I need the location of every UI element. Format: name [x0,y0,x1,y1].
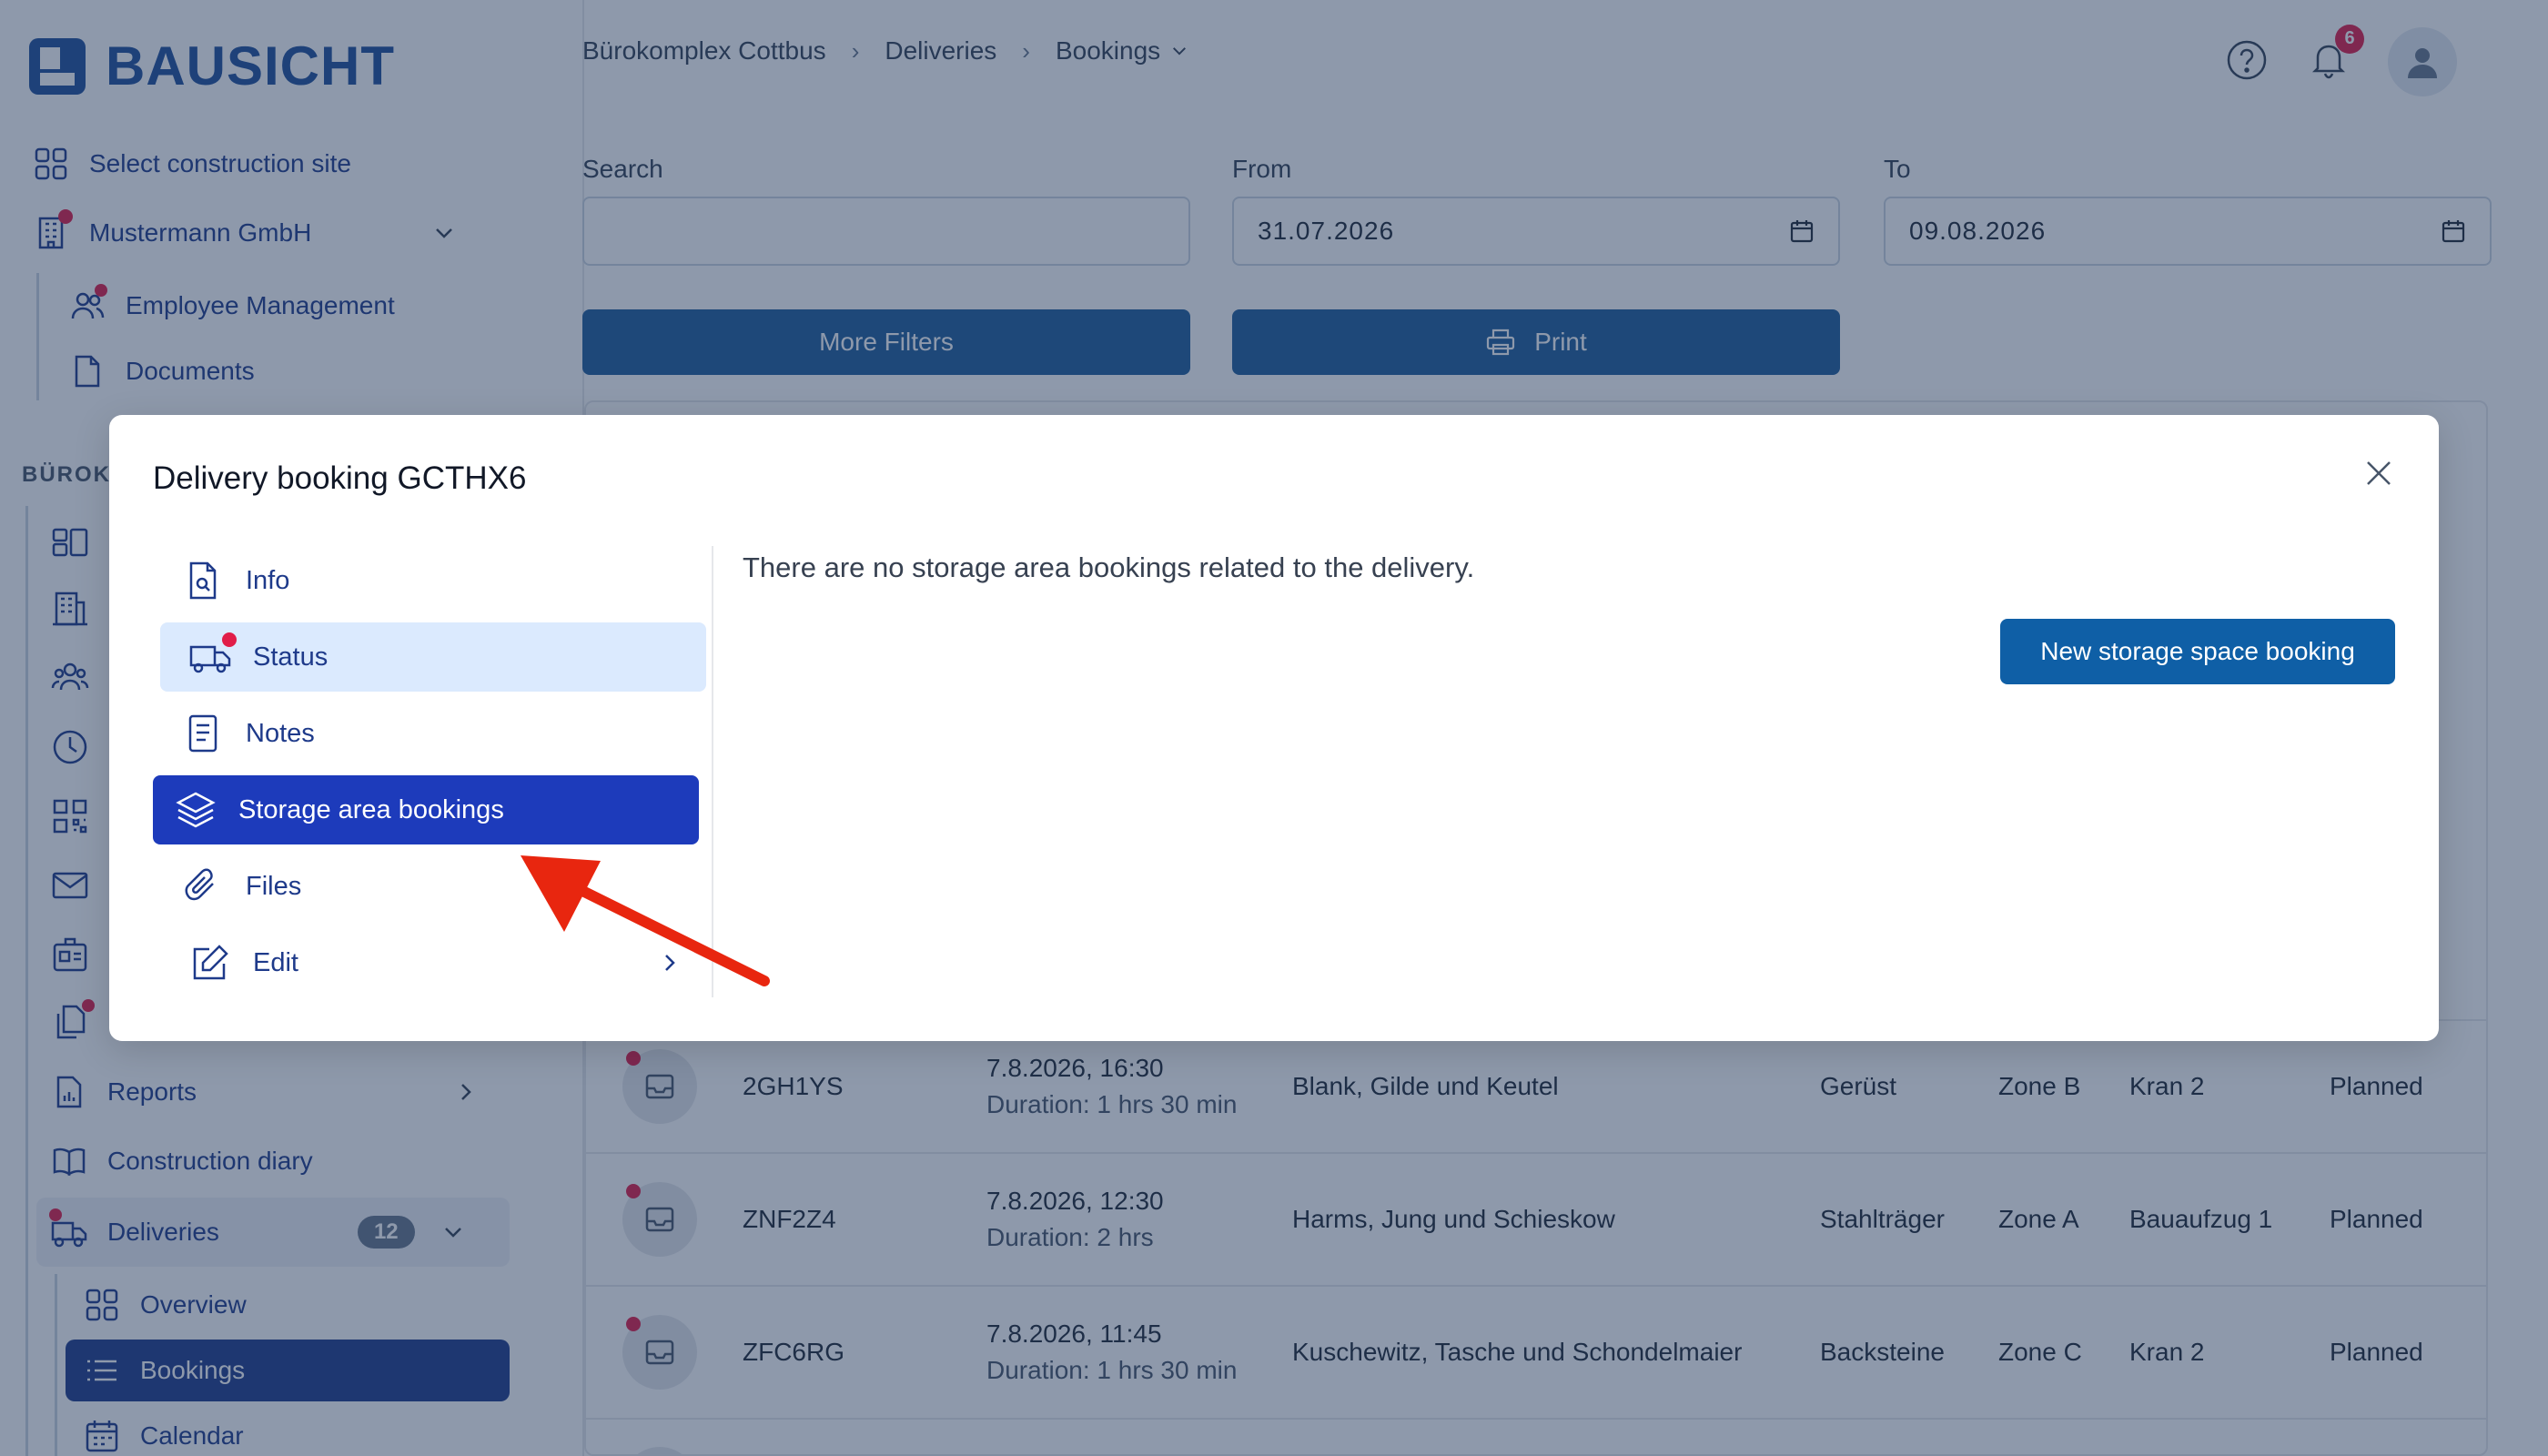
modal-tab-status-label: Status [253,642,329,672]
modal-title: Delivery booking GCTHX6 [153,460,527,496]
empty-state-message: There are no storage area bookings relat… [743,551,1475,583]
status-alert-dot [222,632,237,647]
modal-tab-files-label: Files [246,871,302,901]
modal-tab-notes-label: Notes [246,718,315,748]
modal-tab-info[interactable]: Info [160,546,706,615]
new-storage-booking-button[interactable]: New storage space booking [2000,619,2395,684]
close-button[interactable] [2357,451,2401,495]
modal-tab-info-label: Info [246,565,290,595]
paperclip-icon [185,868,214,901]
edit-icon [193,945,228,980]
annotation-arrow-icon [521,855,770,986]
modal-tab-storage-label: Storage area bookings [238,794,504,824]
document-search-icon [189,561,217,600]
modal-tab-status[interactable]: Status [160,622,706,692]
modal-tab-edit-label: Edit [253,947,298,977]
delivery-booking-modal: Delivery booking GCTHX6 Info Status Note… [109,415,2439,1041]
notes-icon [188,714,217,753]
modal-tab-notes[interactable]: Notes [160,699,706,768]
layers-icon [176,792,216,828]
modal-tab-storage-area-bookings[interactable]: Storage area bookings [153,775,699,844]
new-storage-booking-label: New storage space booking [2040,637,2355,665]
close-icon [2367,461,2391,485]
